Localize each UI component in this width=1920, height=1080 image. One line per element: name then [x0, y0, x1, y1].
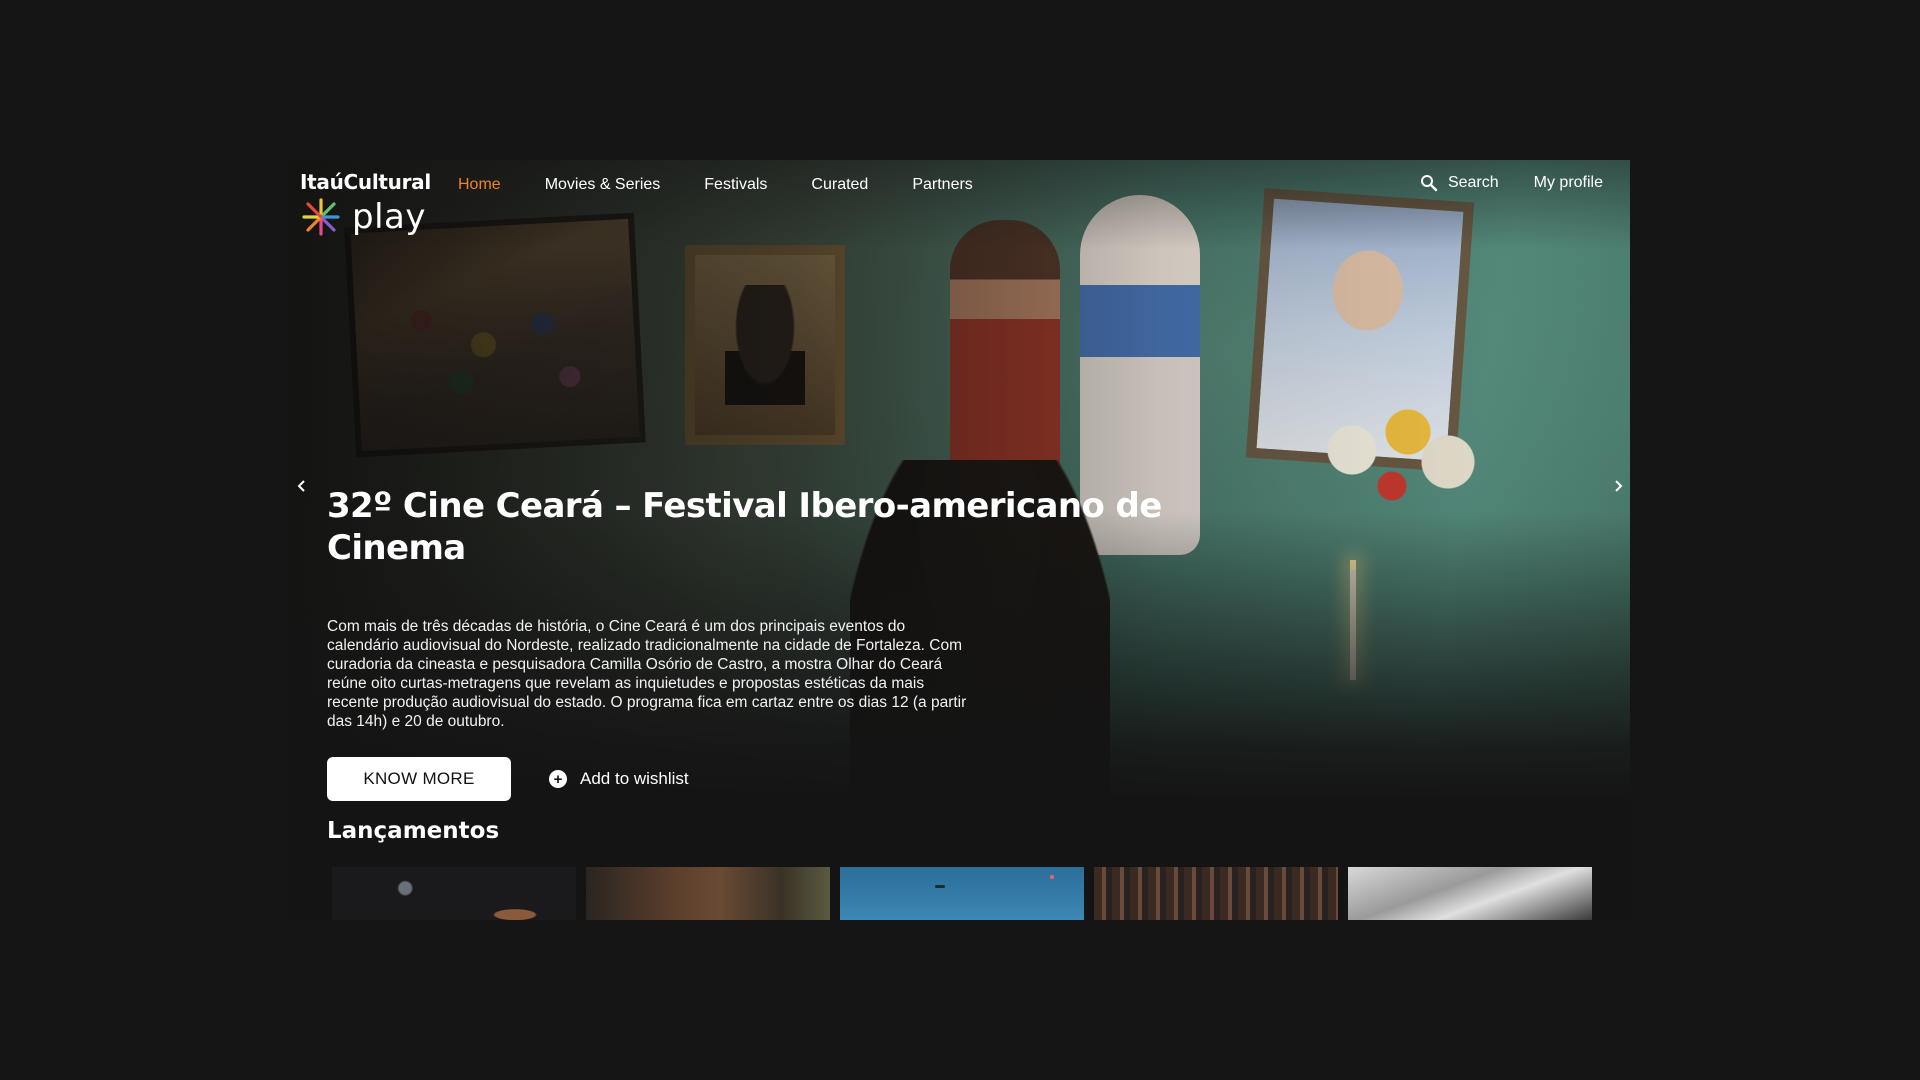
releases-title: Lançamentos	[327, 818, 500, 844]
know-more-button[interactable]: KNOW MORE	[327, 757, 511, 801]
nav-partners[interactable]: Partners	[912, 176, 972, 194]
search-label: Search	[1447, 174, 1499, 191]
nav-curated[interactable]: Curated	[811, 176, 868, 194]
top-navigation: ItaúCultural play Home Movies & Series F…	[290, 160, 1630, 240]
hero-actions: KNOW MORE + Add to wishlist	[327, 757, 1277, 801]
search-icon	[1420, 175, 1438, 192]
brand-logo[interactable]: ItaúCultural play	[300, 170, 431, 238]
hero-next-button[interactable]	[1606, 474, 1630, 498]
hero-description: Com mais de três décadas de história, o …	[327, 618, 967, 730]
wishlist-label: Add to wishlist	[580, 769, 689, 788]
release-thumbnail[interactable]	[332, 867, 576, 920]
release-thumbnail[interactable]	[1094, 867, 1338, 920]
search-button[interactable]: Search	[1420, 174, 1499, 192]
brand-play: play	[352, 197, 426, 237]
app-frame: ItaúCultural play Home Movies & Series F…	[290, 160, 1630, 920]
hero-title: 32º Cine Ceará – Festival Ibero-american…	[327, 486, 1162, 568]
chevron-right-icon	[1615, 480, 1623, 492]
plus-circle-icon: +	[549, 770, 567, 788]
hero-content: 32º Cine Ceará – Festival Ibero-american…	[327, 485, 1277, 801]
user-nav: Search My profile	[1420, 174, 1603, 192]
nav-movies-series[interactable]: Movies & Series	[545, 176, 661, 194]
main-nav: Home Movies & Series Festivals Curated P…	[458, 176, 1017, 194]
chevron-left-icon	[297, 480, 305, 492]
release-thumbnail[interactable]	[840, 867, 1084, 920]
my-profile-link[interactable]: My profile	[1534, 174, 1603, 192]
nav-festivals[interactable]: Festivals	[704, 176, 767, 194]
nav-home[interactable]: Home	[458, 176, 501, 194]
releases-carousel	[332, 867, 1592, 920]
release-thumbnail[interactable]	[1348, 867, 1592, 920]
asterisk-star-icon	[302, 198, 340, 236]
brand-name: ItaúCultural	[300, 170, 431, 194]
add-to-wishlist-button[interactable]: + Add to wishlist	[549, 769, 689, 789]
hero-prev-button[interactable]	[290, 474, 314, 498]
release-thumbnail[interactable]	[586, 867, 830, 920]
